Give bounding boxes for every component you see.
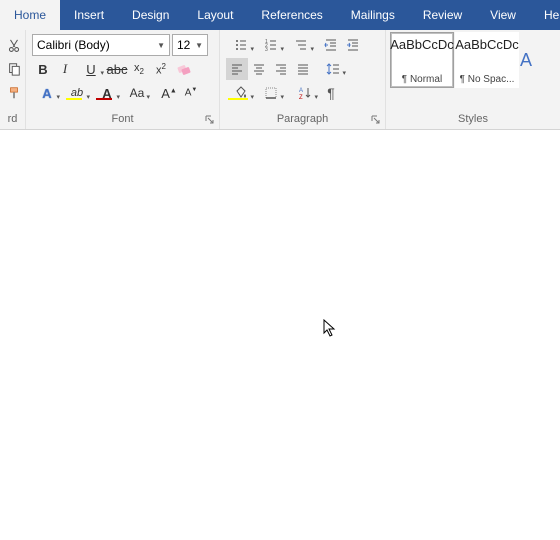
mouse-cursor-icon bbox=[323, 319, 337, 337]
font-family-select[interactable]: Calibri (Body) ▼ bbox=[32, 34, 170, 56]
font-family-value: Calibri (Body) bbox=[37, 38, 110, 52]
tab-design[interactable]: Design bbox=[118, 0, 183, 30]
align-left-button[interactable] bbox=[226, 58, 248, 80]
increase-indent-button[interactable] bbox=[342, 34, 364, 56]
style-name: ¶ Normal bbox=[402, 74, 442, 85]
underline-button[interactable]: U bbox=[76, 58, 106, 80]
italic-button[interactable]: I bbox=[54, 58, 76, 80]
svg-text:3: 3 bbox=[265, 47, 268, 52]
numbering-button[interactable]: 123 bbox=[256, 34, 286, 56]
style-normal[interactable]: AaBbCcDc ¶ Normal bbox=[390, 32, 454, 88]
multilevel-list-button[interactable] bbox=[286, 34, 316, 56]
bullets-button[interactable] bbox=[226, 34, 256, 56]
group-paragraph: 123 AZ bbox=[220, 30, 386, 129]
text-effects-button[interactable]: A bbox=[32, 82, 62, 104]
superscript-button[interactable]: x2 bbox=[150, 58, 172, 80]
borders-button[interactable] bbox=[256, 82, 286, 104]
subscript-button[interactable]: x2 bbox=[128, 58, 150, 80]
align-center-button[interactable] bbox=[248, 58, 270, 80]
grow-font-button[interactable]: A▲ bbox=[158, 82, 180, 104]
group-label-clipboard: rd bbox=[0, 109, 25, 129]
paragraph-dialog-launcher[interactable] bbox=[369, 113, 383, 127]
show-hide-marks-button[interactable]: ¶ bbox=[320, 82, 342, 104]
tab-help[interactable]: Hel bbox=[530, 0, 560, 30]
shrink-font-button[interactable]: A▼ bbox=[180, 82, 202, 104]
tab-insert[interactable]: Insert bbox=[60, 0, 118, 30]
clear-formatting-button[interactable] bbox=[172, 58, 194, 80]
copy-button[interactable] bbox=[4, 59, 24, 79]
svg-text:A: A bbox=[299, 88, 303, 94]
change-case-button[interactable]: Aa bbox=[122, 82, 152, 104]
ribbon-tabbar: Home Insert Design Layout References Mai… bbox=[0, 0, 560, 30]
style-heading-partial[interactable]: A bbox=[520, 32, 540, 88]
chevron-down-icon: ▼ bbox=[157, 41, 165, 50]
document-canvas[interactable] bbox=[0, 130, 560, 540]
font-color-button[interactable]: A bbox=[92, 82, 122, 104]
bold-button[interactable]: B bbox=[32, 58, 54, 80]
style-preview: AaBbCcDc bbox=[455, 37, 519, 52]
group-label-styles: Styles bbox=[386, 109, 560, 129]
font-dialog-launcher[interactable] bbox=[203, 113, 217, 127]
decrease-indent-button[interactable] bbox=[320, 34, 342, 56]
tab-mailings[interactable]: Mailings bbox=[337, 0, 409, 30]
ribbon: rd Calibri (Body) ▼ 12 ▼ B I bbox=[0, 30, 560, 130]
sort-button[interactable]: AZ bbox=[290, 82, 320, 104]
format-painter-button[interactable] bbox=[4, 83, 24, 103]
tab-review[interactable]: Review bbox=[409, 0, 476, 30]
cut-button[interactable] bbox=[4, 36, 24, 56]
group-label-paragraph: Paragraph bbox=[220, 109, 385, 129]
tab-view[interactable]: View bbox=[476, 0, 530, 30]
svg-text:Z: Z bbox=[299, 95, 303, 100]
shading-button[interactable] bbox=[226, 82, 256, 104]
align-right-button[interactable] bbox=[270, 58, 292, 80]
style-preview: AaBbCcDc bbox=[390, 37, 454, 52]
tab-references[interactable]: References bbox=[247, 0, 336, 30]
chevron-down-icon: ▼ bbox=[195, 41, 203, 50]
tab-layout[interactable]: Layout bbox=[183, 0, 247, 30]
group-clipboard: rd bbox=[0, 30, 26, 129]
font-size-select[interactable]: 12 ▼ bbox=[172, 34, 208, 56]
font-size-value: 12 bbox=[177, 38, 190, 52]
style-no-spacing[interactable]: AaBbCcDc ¶ No Spac... bbox=[455, 32, 519, 88]
line-spacing-button[interactable] bbox=[318, 58, 348, 80]
tab-home[interactable]: Home bbox=[0, 0, 60, 30]
justify-button[interactable] bbox=[292, 58, 314, 80]
highlight-color-button[interactable]: ab bbox=[62, 82, 92, 104]
style-name: ¶ No Spac... bbox=[460, 74, 515, 85]
strikethrough-button[interactable]: abc bbox=[106, 58, 128, 80]
group-label-font: Font bbox=[26, 109, 219, 129]
group-styles: AaBbCcDc ¶ Normal AaBbCcDc ¶ No Spac... … bbox=[386, 30, 560, 129]
group-font: Calibri (Body) ▼ 12 ▼ B I U abc x2 x2 bbox=[26, 30, 220, 129]
